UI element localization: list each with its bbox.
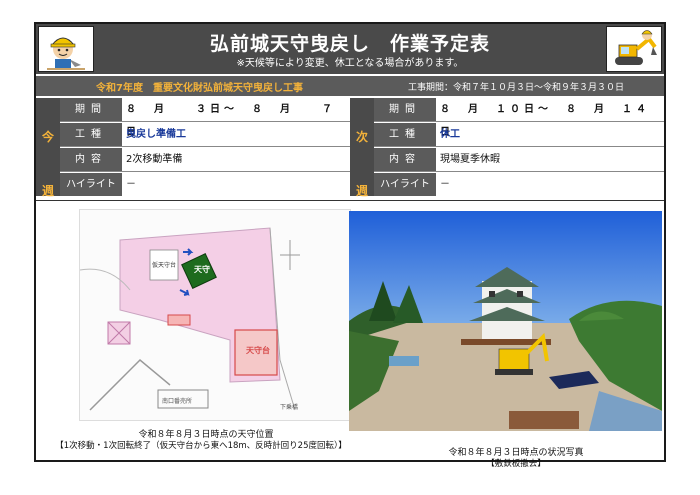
title-bar: 弘前城天守曳戻し 作業予定表 ※天候等により変更、休工となる場合があります。 — [36, 24, 664, 74]
highlight-label: ハイライト — [60, 173, 122, 196]
map-caption-2: 【1次移動・1次回転終了（仮天守台から東へ18m、反時計回り25度回転）】 — [55, 441, 347, 451]
this-week-work-row: 工種 曳戻し準備工 — [60, 123, 350, 147]
next-week-highlight: － — [440, 179, 450, 190]
photo-caption-2: 【敷鉄板撤去】 — [486, 459, 546, 469]
period-label: 期間 — [60, 98, 122, 121]
content-label: 内容 — [374, 148, 436, 171]
next-week-highlight-row: ハイライト － — [374, 173, 664, 197]
tenshu-base-label: 天守台 — [246, 346, 270, 355]
project-info-bar: 令和7年度 重要文化財弘前城天守曳戻し工事 工事期間：令和７年１０月３日～令和９… — [36, 76, 664, 96]
site-photo — [349, 211, 662, 431]
period-label: 期間 — [374, 98, 436, 121]
project-name: 令和7年度 重要文化財弘前城天守曳戻し工事 — [96, 83, 303, 94]
gate-label: 南口番売所 — [162, 398, 193, 405]
next-week-panel: 次 週 期間 ８ 月 １０日～ ８ 月 １４ 日 工種 休工 内容 現場夏季休暇… — [350, 98, 664, 198]
this-week-panel: 今 週 期間 ８ 月 ３日～ ８ 月 ７ 日 工種 曳戻し準備工 内容 2次移動… — [36, 98, 350, 198]
bridge-label: 下乗橋 — [280, 404, 299, 411]
tenshu-label: 天守 — [194, 265, 210, 274]
highlight-label: ハイライト — [374, 173, 436, 196]
this-week-content: 2次移動準備 — [126, 154, 183, 165]
page-title: 弘前城天守曳戻し 作業予定表 — [209, 33, 490, 55]
temp-base-label: 仮天守台 — [152, 262, 177, 269]
work-type-label: 工種 — [60, 123, 122, 146]
this-week-highlight-row: ハイライト － — [60, 173, 350, 197]
next-week-content: 現場夏季休暇 — [440, 154, 500, 165]
this-week-period: ８ 月 ３日～ ８ 月 ７ 日 — [126, 104, 350, 138]
worker-mascot-icon — [38, 26, 94, 72]
project-term: 工事期間：令和７年１０月３日～令和９年３月３０日 — [407, 83, 624, 93]
next-week-period-row: 期間 ８ 月 １０日～ ８ 月 １４ 日 — [374, 98, 664, 138]
figures-area: 天守 仮天守台 天守台 南口番売所 下乗橋 令和８年８月３日時点の天守位置 【1… — [36, 200, 664, 469]
content-label: 内容 — [60, 148, 122, 171]
next-week-work-row: 工種 休工 — [374, 123, 664, 147]
this-week-content-row: 内容 2次移動準備 — [60, 148, 350, 172]
next-week-work-type: 休工 — [440, 129, 460, 140]
this-week-label: 今 週 — [36, 98, 60, 198]
this-week-work-type: 曳戻し準備工 — [126, 129, 186, 140]
next-week-label: 次 週 — [350, 98, 374, 198]
work-type-label: 工種 — [374, 123, 436, 146]
next-week-content-row: 内容 現場夏季休暇 — [374, 148, 664, 172]
weather-note: ※天候等により変更、休工となる場合があります。 — [236, 58, 464, 69]
this-week-highlight: － — [126, 179, 136, 190]
this-week-period-row: 期間 ８ 月 ３日～ ８ 月 ７ 日 — [60, 98, 350, 138]
excavator-icon — [606, 26, 662, 72]
schedule-sheet: 弘前城天守曳戻し 作業予定表 ※天候等により変更、休工となる場合があります。 令… — [34, 22, 666, 469]
next-week-period: ８ 月 １０日～ ８ 月 １４ 日 — [440, 104, 664, 138]
site-map: 天守 仮天守台 天守台 南口番売所 下乗橋 — [79, 209, 351, 421]
